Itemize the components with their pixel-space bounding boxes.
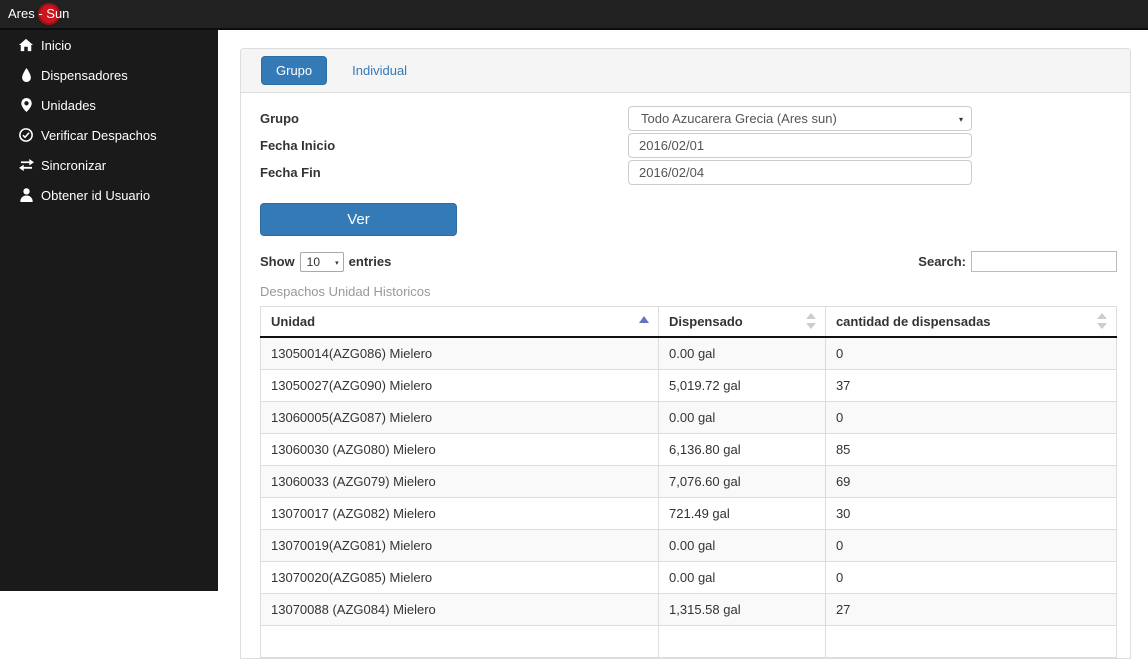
page-length-control: Show 10 ▾ entries xyxy=(260,251,392,272)
sort-both-icon xyxy=(1097,313,1107,329)
table-cell: 1,315.58 gal xyxy=(658,593,826,626)
table-cell xyxy=(658,625,826,658)
table-row-partial xyxy=(259,625,1118,658)
table-cell: 0.00 gal xyxy=(658,337,826,370)
sidebar-item-verificar-despachos[interactable]: Verificar Despachos xyxy=(0,120,218,150)
table-row: 13070017 (AZG082) Mielero 721.49 gal 30 xyxy=(259,497,1118,530)
table-cell: 13070019(AZG081) Mielero xyxy=(259,529,660,562)
sidebar-item-inicio[interactable]: Inicio xyxy=(0,30,218,60)
table-cell xyxy=(259,625,660,658)
search-input[interactable] xyxy=(971,251,1117,272)
table-cell: 13050027(AZG090) Mielero xyxy=(259,369,660,402)
table-cell: 13060033 (AZG079) Mielero xyxy=(259,465,660,498)
show-label: Show xyxy=(260,254,295,269)
table-cell: 0.00 gal xyxy=(658,401,826,434)
sidebar-item-label: Dispensadores xyxy=(41,67,128,83)
chevron-down-icon: ▾ xyxy=(958,115,963,124)
table-row: 13050014(AZG086) Mielero 0.00 gal 0 xyxy=(259,337,1118,370)
table-cell: 0.00 gal xyxy=(658,529,826,562)
map-marker-icon xyxy=(18,97,34,113)
table-row: 13070019(AZG081) Mielero 0.00 gal 0 xyxy=(259,529,1118,562)
form-row-fecha-inicio: Fecha Inicio xyxy=(260,133,1117,158)
ver-button[interactable]: Ver xyxy=(260,203,457,236)
tab-bar: Grupo Individual xyxy=(241,49,1130,93)
sidebar: Inicio Dispensadores Unidades Verificar … xyxy=(0,30,218,591)
panel-body: Grupo Todo Azucarera Grecia (Ares sun) ▾… xyxy=(241,93,1130,658)
table-row: 13070020(AZG085) Mielero 0.00 gal 0 xyxy=(259,561,1118,594)
page-length-select[interactable]: 10 ▾ xyxy=(299,251,344,272)
table-cell: 13060030 (AZG080) Mielero xyxy=(259,433,660,466)
table-row: 13060005(AZG087) Mielero 0.00 gal 0 xyxy=(259,401,1118,434)
table-cell: 13070020(AZG085) Mielero xyxy=(259,561,660,594)
check-circle-icon xyxy=(18,127,34,143)
sidebar-item-label: Sincronizar xyxy=(41,157,107,173)
despachos-table: Unidad Dispensado cantidad de dispensada… xyxy=(259,306,1118,658)
table-cell: 85 xyxy=(825,433,1118,466)
table-header-row: Unidad Dispensado cantidad de dispensada… xyxy=(259,306,1118,338)
search-control: Search: xyxy=(918,251,1117,272)
sidebar-item-label: Inicio xyxy=(41,37,72,53)
app-logo[interactable]: Ares - Sun xyxy=(8,3,70,27)
table-cell xyxy=(825,625,1118,658)
table-cell: 7,076.60 gal xyxy=(658,465,826,498)
table-cell: 0 xyxy=(825,561,1118,594)
sidebar-item-unidades[interactable]: Unidades xyxy=(0,90,218,120)
table-cell: 6,136.80 gal xyxy=(658,433,826,466)
table-cell: 13050014(AZG086) Mielero xyxy=(259,337,660,370)
fecha-inicio-input[interactable] xyxy=(628,133,972,158)
topbar: Ares - Sun xyxy=(0,0,1148,30)
sidebar-item-obtener-id-usuario[interactable]: Obtener id Usuario xyxy=(0,180,218,210)
user-icon xyxy=(18,187,34,203)
droplet-icon xyxy=(18,67,34,83)
entries-label: entries xyxy=(348,254,392,269)
table-cell: 0 xyxy=(825,529,1118,562)
table-caption: Despachos Unidad Historicos xyxy=(260,284,431,299)
table-cell: 37 xyxy=(825,369,1118,402)
logo-text: Ares - Sun xyxy=(8,6,70,21)
form-row-fecha-fin: Fecha Fin xyxy=(260,160,1117,185)
sidebar-item-label: Verificar Despachos xyxy=(41,127,157,143)
sidebar-item-label: Obtener id Usuario xyxy=(41,187,151,203)
table-cell: 721.49 gal xyxy=(658,497,826,530)
panel: Grupo Individual Grupo Todo Azucarera Gr… xyxy=(240,48,1131,659)
sidebar-item-sincronizar[interactable]: Sincronizar xyxy=(0,150,218,180)
table-row: 13060033 (AZG079) Mielero 7,076.60 gal 69 xyxy=(259,465,1118,498)
main-content: Grupo Individual Grupo Todo Azucarera Gr… xyxy=(218,30,1148,659)
table-cell: 0.00 gal xyxy=(658,561,826,594)
grupo-select[interactable]: Todo Azucarera Grecia (Ares sun) ▾ xyxy=(628,106,972,131)
home-icon xyxy=(18,37,34,53)
table-cell: 30 xyxy=(825,497,1118,530)
fecha-inicio-label: Fecha Inicio xyxy=(260,138,336,153)
sidebar-item-label: Unidades xyxy=(41,97,96,113)
table-row: 13070088 (AZG084) Mielero 1,315.58 gal 27 xyxy=(259,593,1118,626)
sync-arrows-icon xyxy=(18,157,34,173)
table-cell: 69 xyxy=(825,465,1118,498)
column-header-cantidad[interactable]: cantidad de dispensadas xyxy=(825,306,1118,338)
grupo-label: Grupo xyxy=(260,111,299,126)
datatable-controls: Show 10 ▾ entries Search: xyxy=(260,251,1117,272)
page-length-value: 10 xyxy=(306,254,321,269)
table-cell: 27 xyxy=(825,593,1118,626)
search-label: Search: xyxy=(918,254,966,269)
table-cell: 13070088 (AZG084) Mielero xyxy=(259,593,660,626)
form-row-grupo: Grupo Todo Azucarera Grecia (Ares sun) ▾ xyxy=(260,106,1117,131)
column-header-dispensado[interactable]: Dispensado xyxy=(658,306,826,338)
table-cell: 0 xyxy=(825,337,1118,370)
table-cell: 13070017 (AZG082) Mielero xyxy=(259,497,660,530)
sidebar-item-dispensadores[interactable]: Dispensadores xyxy=(0,60,218,90)
fecha-fin-label: Fecha Fin xyxy=(260,165,321,180)
table-row: 13050027(AZG090) Mielero 5,019.72 gal 37 xyxy=(259,369,1118,402)
sort-ascending-icon xyxy=(639,316,650,323)
table-cell: 5,019.72 gal xyxy=(658,369,826,402)
table-cell: 13060005(AZG087) Mielero xyxy=(259,401,660,434)
sort-both-icon xyxy=(805,313,816,329)
grupo-select-value: Todo Azucarera Grecia (Ares sun) xyxy=(641,111,837,126)
tab-grupo[interactable]: Grupo xyxy=(261,56,328,85)
tab-individual[interactable]: Individual xyxy=(342,57,417,84)
column-header-unidad[interactable]: Unidad xyxy=(259,306,660,338)
chevron-down-icon: ▾ xyxy=(335,259,339,267)
table-row: 13060030 (AZG080) Mielero 6,136.80 gal 85 xyxy=(259,433,1118,466)
table-cell: 0 xyxy=(825,401,1118,434)
fecha-fin-input[interactable] xyxy=(628,160,972,185)
